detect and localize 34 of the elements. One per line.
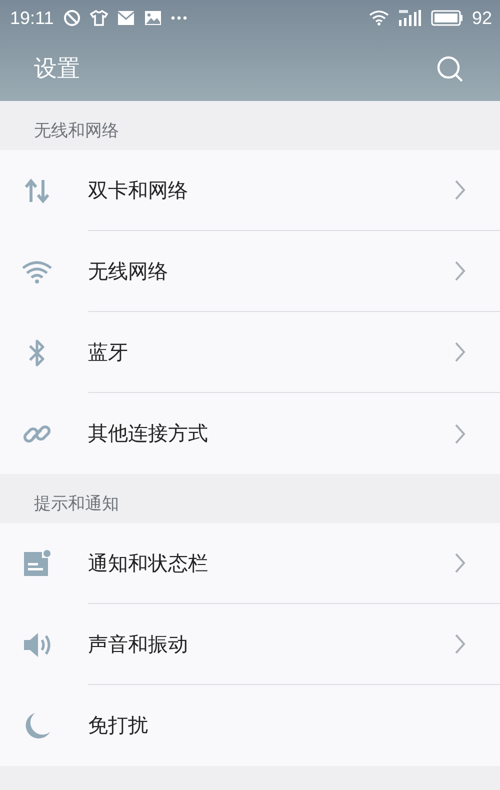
wifi-icon — [368, 10, 389, 26]
search-icon[interactable] — [436, 54, 464, 82]
item-label: 免打扰 — [88, 712, 148, 739]
notification-icon — [22, 550, 52, 578]
battery-level: 92 — [472, 8, 492, 28]
mail-icon — [116, 10, 135, 26]
item-label: 双卡和网络 — [88, 176, 188, 204]
speaker-icon — [22, 630, 52, 658]
swap-arrows-icon — [23, 178, 51, 204]
item-label: 蓝牙 — [88, 338, 128, 366]
shirt-icon — [90, 9, 108, 27]
battery-icon — [430, 10, 463, 26]
settings-item[interactable]: 双卡和网络 — [0, 150, 500, 231]
settings-item[interactable]: 通知和状态栏 — [0, 523, 500, 604]
settings-item[interactable]: 其他连接方式 — [0, 393, 500, 474]
settings-item[interactable]: 无线网络 — [0, 231, 500, 312]
bluetooth-icon — [27, 338, 47, 368]
blocked-icon — [62, 9, 81, 27]
more-icon — [170, 15, 187, 21]
signal-icon — [398, 9, 422, 27]
wifi-icon — [21, 260, 53, 284]
item-label: 其他连接方式 — [88, 420, 208, 447]
page-title: 设置 — [34, 55, 80, 84]
settings-item[interactable]: 免打扰 — [0, 685, 500, 766]
item-label: 通知和状态栏 — [88, 550, 208, 576]
section-header: 提示和通知 — [33, 493, 120, 516]
moon-icon — [23, 712, 51, 740]
section-header: 无线和网络 — [33, 120, 120, 143]
settings-item[interactable]: 声音和振动 — [0, 604, 500, 685]
settings-item[interactable]: 蓝牙 — [0, 312, 500, 393]
image-icon — [144, 10, 162, 26]
status-time: 19:11 — [10, 8, 54, 28]
item-label: 无线网络 — [88, 258, 168, 284]
item-label: 声音和振动 — [88, 630, 188, 658]
